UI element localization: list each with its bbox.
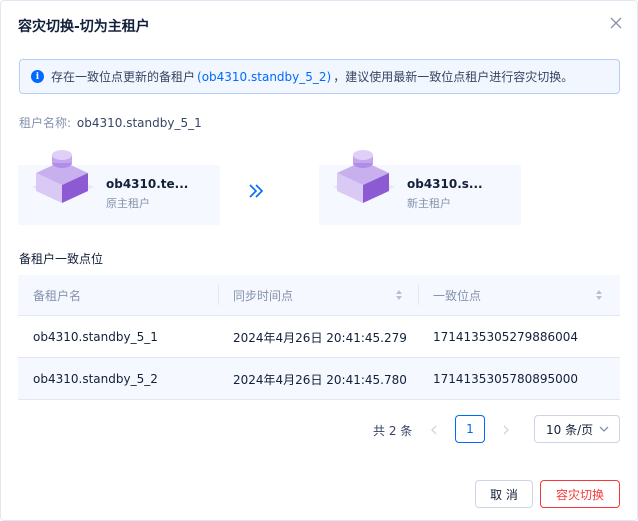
tenant-cube-icon	[333, 150, 395, 203]
source-tenant-name: ob4310.te...	[106, 177, 189, 191]
section-title: 备租户一致点位	[19, 252, 104, 266]
table-row: ob4310.standby_5_1 2024年4月26日 20:41:45.2…	[18, 316, 620, 358]
source-tenant-card: ob4310.te... 原主租户	[18, 150, 220, 225]
failover-dialog: 容灾切换-切为主租户 i 存在一致位点更新的备租户 (ob4310.standb…	[0, 0, 638, 521]
standby-tenant-table: 备租户名 同步时间点 一致位点 ob4310.standby_5_1 2024年…	[18, 275, 620, 400]
chevron-right-icon[interactable]	[499, 423, 513, 437]
column-divider	[418, 285, 419, 305]
table-header: 备租户名 同步时间点 一致位点	[18, 275, 620, 316]
sort-icon[interactable]	[395, 289, 403, 301]
page-size-value: 10 条/页	[546, 422, 594, 437]
chevron-down-icon	[599, 426, 609, 432]
cancel-button[interactable]: 取 消	[475, 480, 533, 508]
chevron-left-icon[interactable]	[427, 423, 441, 437]
column-header-consistent-point[interactable]: 一致位点	[433, 275, 481, 316]
target-tenant-role: 新主租户	[407, 197, 451, 210]
tenant-name-label: 租户名称:	[19, 116, 72, 130]
cell-sync-time: 2024年4月26日 20:41:45.279	[233, 330, 407, 345]
column-divider	[218, 285, 219, 305]
info-icon: i	[31, 70, 44, 83]
tenant-cube-icon	[32, 150, 94, 203]
cell-consistent-point: 1714135305780895000	[433, 372, 579, 386]
tenant-name-row: 租户名称: ob4310.standby_5_1	[19, 114, 202, 131]
failover-button[interactable]: 容灾切换	[540, 480, 620, 508]
page-size-select[interactable]: 10 条/页	[534, 415, 620, 443]
cell-consistent-point: 1714135305279886004	[433, 330, 579, 344]
target-tenant-card: ob4310.s... 新主租户	[319, 150, 521, 225]
column-header-tenant: 备租户名	[33, 289, 82, 303]
sort-icon[interactable]	[595, 289, 603, 301]
cell-sync-time: 2024年4月26日 20:41:45.780	[233, 372, 407, 387]
alert-text-before: 存在一致位点更新的备租户	[51, 70, 196, 84]
pagination-total: 共 2 条	[373, 424, 413, 438]
cell-tenant: ob4310.standby_5_1	[33, 330, 158, 344]
tenant-name-value: ob4310.standby_5_1	[76, 116, 202, 130]
table-row: ob4310.standby_5_2 2024年4月26日 20:41:45.7…	[18, 358, 620, 400]
target-tenant-name: ob4310.s...	[407, 177, 483, 191]
cell-tenant: ob4310.standby_5_2	[33, 372, 158, 386]
info-alert: i 存在一致位点更新的备租户 (ob4310.standby_5_2) ，建议使…	[19, 59, 620, 94]
dialog-title: 容灾切换-切为主租户	[18, 19, 150, 35]
pagination-page-current[interactable]: 1	[455, 415, 485, 443]
alert-tenant-link[interactable]: (ob4310.standby_5_2)	[197, 70, 331, 84]
close-icon[interactable]	[607, 14, 625, 32]
double-chevron-right-icon	[249, 184, 264, 198]
alert-text-after: ，建议使用最新一致位点租户进行容灾切换。	[333, 70, 574, 84]
column-header-sync-time[interactable]: 同步时间点	[233, 275, 293, 316]
source-tenant-role: 原主租户	[106, 197, 150, 210]
